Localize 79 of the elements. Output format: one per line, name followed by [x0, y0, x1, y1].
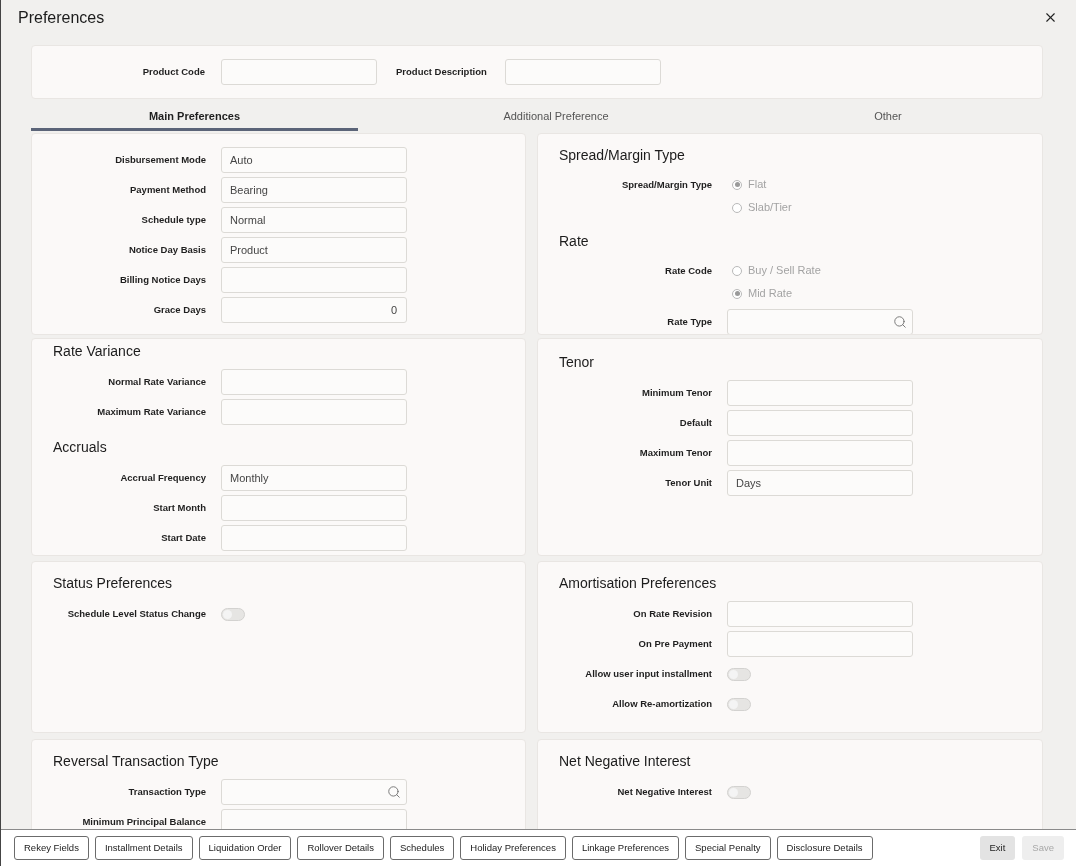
search-field[interactable]: [221, 779, 407, 805]
search-icon: [893, 315, 907, 329]
field-label: Start Month: [153, 502, 206, 514]
field-label: Allow user input installment: [585, 668, 712, 680]
text-field[interactable]: Product: [221, 237, 407, 263]
text-field[interactable]: [221, 809, 407, 829]
section-heading: Net Negative Interest: [559, 752, 691, 771]
text-field[interactable]: 0: [221, 297, 407, 323]
section-heading: Rate Variance: [53, 342, 141, 361]
field-label: Net Negative Interest: [617, 786, 712, 798]
text-field[interactable]: [221, 399, 407, 425]
footer-button[interactable]: Liquidation Order: [198, 836, 292, 860]
tab[interactable]: Other: [754, 105, 1022, 131]
footer-button[interactable]: Holiday Preferences: [460, 836, 566, 860]
field-label: Rate Code: [665, 264, 712, 277]
field-label: Spread/Margin Type: [621, 178, 712, 191]
field-label: Default: [679, 417, 712, 429]
field-label: Notice Day Basis: [128, 244, 206, 256]
text-field[interactable]: [727, 631, 913, 657]
window-title: Preferences: [18, 7, 105, 28]
field-label: On Pre Payment: [638, 638, 712, 650]
field-label: Transaction Type: [128, 786, 206, 798]
toggle-switch[interactable]: [221, 607, 245, 621]
text-field[interactable]: [221, 369, 407, 395]
text-field[interactable]: [727, 380, 913, 406]
text-field[interactable]: [221, 525, 407, 551]
text-field[interactable]: [504, 59, 661, 85]
field-label: On Rate Revision: [633, 608, 712, 620]
field-label: Disbursement Mode: [115, 154, 206, 166]
field-label: Billing Notice Days: [119, 274, 206, 286]
text-field[interactable]: [221, 59, 377, 85]
close-icon[interactable]: [1043, 10, 1058, 25]
text-field[interactable]: Monthly: [221, 465, 407, 491]
field-label: Schedule Level Status Change: [67, 608, 206, 620]
field-label: Normal Rate Variance: [108, 376, 206, 388]
section-heading: Spread/Margin Type: [559, 146, 685, 165]
field-label: Product Description: [396, 64, 487, 79]
field-label: Start Date: [161, 532, 206, 544]
footer-button[interactable]: Linkage Preferences: [571, 836, 680, 860]
field-label: Maximum Rate Variance: [97, 406, 206, 418]
footer-button[interactable]: Schedules: [389, 836, 455, 860]
search-field[interactable]: [727, 309, 913, 334]
footer-button[interactable]: Rollover Details: [297, 836, 384, 860]
text-field[interactable]: [727, 410, 913, 436]
field-label: Grace Days: [153, 304, 206, 316]
section-heading: Amortisation Preferences: [559, 574, 717, 593]
tab[interactable]: Additional Preference: [358, 105, 754, 131]
text-field[interactable]: Bearing: [221, 177, 407, 203]
section-heading: Tenor: [559, 353, 595, 372]
field-label: Product Code: [142, 64, 205, 79]
text-field[interactable]: [727, 440, 913, 466]
field-label: Schedule type: [141, 214, 206, 226]
section-heading: Rate: [559, 232, 589, 251]
text-field[interactable]: [221, 495, 407, 521]
text-field[interactable]: Auto: [221, 147, 407, 173]
section-heading: Accruals: [53, 438, 107, 457]
footer-button[interactable]: Rekey Fields: [14, 836, 89, 860]
footer-button[interactable]: Disclosure Details: [776, 836, 873, 860]
footer-button[interactable]: Installment Details: [94, 836, 193, 860]
footer-button[interactable]: Special Penalty: [685, 836, 771, 860]
field-label: Rate Type: [667, 316, 712, 328]
section-heading: Reversal Transaction Type: [53, 752, 219, 771]
field-label: Tenor Unit: [665, 477, 712, 489]
field-label: Minimum Principal Balance: [82, 816, 206, 828]
field-label: Maximum Tenor: [639, 447, 712, 459]
text-field[interactable]: Normal: [221, 207, 407, 233]
search-icon: [387, 785, 401, 799]
section-heading: Status Preferences: [53, 574, 173, 593]
action-button[interactable]: Exit: [979, 836, 1016, 860]
toggle-switch[interactable]: [727, 667, 751, 681]
field-label: Accrual Frequency: [120, 472, 206, 484]
toggle-switch[interactable]: [727, 785, 751, 799]
text-field[interactable]: Days: [727, 470, 913, 496]
field-label: Allow Re-amortization: [612, 698, 712, 710]
field-label: Minimum Tenor: [641, 387, 712, 399]
toggle-switch[interactable]: [727, 697, 751, 711]
text-field[interactable]: [727, 601, 913, 627]
text-field[interactable]: [221, 267, 407, 293]
field-label: Payment Method: [130, 184, 206, 196]
